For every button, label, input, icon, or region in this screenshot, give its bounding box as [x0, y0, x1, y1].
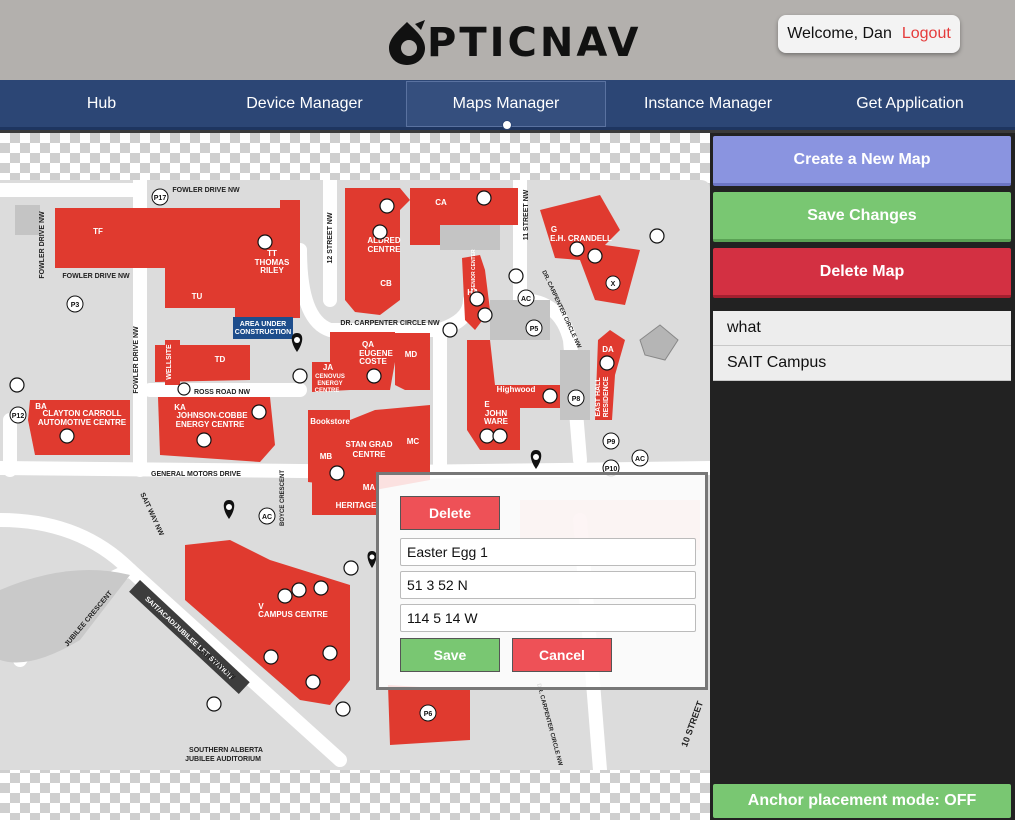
- svg-text:CENTRE: CENTRE: [368, 245, 402, 254]
- svg-text:MC: MC: [407, 437, 420, 446]
- nav-get-application[interactable]: Get Application: [810, 80, 1010, 128]
- svg-text:P12: P12: [12, 413, 25, 420]
- svg-text:AC: AC: [635, 456, 645, 463]
- svg-text:Bookstore: Bookstore: [310, 417, 350, 426]
- create-map-button[interactable]: Create a New Map: [713, 136, 1011, 186]
- svg-text:RILEY: RILEY: [260, 266, 284, 275]
- svg-text:MA: MA: [363, 483, 376, 492]
- cancel-button[interactable]: Cancel: [512, 638, 612, 672]
- opticnav-logo: PTICNAV: [385, 18, 642, 68]
- delete-map-button[interactable]: Delete Map: [713, 248, 1011, 298]
- svg-text:ROSS ROAD NW: ROSS ROAD NW: [194, 389, 250, 396]
- app-header: PTICNAV Welcome, Dan Logout: [0, 0, 1015, 80]
- svg-text:CAMPUS CENTRE: CAMPUS CENTRE: [258, 610, 328, 619]
- svg-text:WELLSITE: WELLSITE: [166, 344, 173, 380]
- svg-text:SENIOR CENTER: SENIOR CENTER: [471, 249, 477, 291]
- svg-text:CENTRE: CENTRE: [353, 450, 387, 459]
- nav-instance-manager[interactable]: Instance Manager: [608, 80, 808, 128]
- svg-text:G: G: [551, 225, 557, 234]
- svg-text:HERITAGE: HERITAGE: [336, 501, 377, 510]
- logo-drop-icon: [389, 20, 425, 65]
- svg-text:P17: P17: [154, 195, 167, 202]
- anchor-name-input[interactable]: [400, 538, 696, 566]
- svg-text:FOWLER DRIVE NW: FOWLER DRIVE NW: [172, 187, 240, 194]
- svg-text:BOYCE CRESCENT: BOYCE CRESCENT: [280, 470, 286, 526]
- map-list-item[interactable]: SAIT Campus: [713, 346, 1011, 381]
- svg-text:JOHNSON-COBBE: JOHNSON-COBBE: [176, 411, 248, 420]
- svg-text:GENERAL MOTORS DRIVE: GENERAL MOTORS DRIVE: [151, 471, 241, 478]
- svg-text:X: X: [611, 281, 616, 288]
- svg-text:AC: AC: [521, 296, 531, 303]
- svg-text:P5: P5: [530, 326, 539, 333]
- svg-text:P3: P3: [71, 302, 80, 309]
- svg-text:CENTRE: CENTRE: [315, 388, 340, 394]
- anchor-mode-toggle[interactable]: Anchor placement mode: OFF: [713, 784, 1011, 818]
- anchor-edit-popup: Delete Save Cancel: [376, 472, 708, 690]
- svg-text:FOWLER DRIVE NW: FOWLER DRIVE NW: [39, 211, 46, 279]
- svg-text:TF: TF: [93, 227, 103, 236]
- svg-text:P9: P9: [607, 439, 616, 446]
- save-anchor-button[interactable]: Save: [400, 638, 500, 672]
- svg-text:RESIDENCE: RESIDENCE: [603, 376, 610, 417]
- latitude-input[interactable]: [400, 571, 696, 599]
- svg-text:E: E: [484, 400, 490, 409]
- svg-text:SOUTHERN ALBERTA: SOUTHERN ALBERTA: [189, 747, 263, 754]
- maps-sidebar: Create a New Map Save Changes Delete Map…: [710, 133, 1015, 820]
- active-tab-indicator: [502, 120, 512, 130]
- user-box: Welcome, Dan Logout: [778, 15, 960, 53]
- nav-hub[interactable]: Hub: [0, 80, 203, 128]
- svg-text:COSTE: COSTE: [359, 357, 387, 366]
- svg-text:12 STREET NW: 12 STREET NW: [327, 212, 334, 263]
- svg-text:E.H. CRANDELL: E.H. CRANDELL: [550, 234, 612, 243]
- svg-text:JUBILEE AUDITORIUM: JUBILEE AUDITORIUM: [185, 756, 261, 763]
- svg-text:AREA UNDER: AREA UNDER: [240, 321, 286, 328]
- svg-text:CA: CA: [435, 198, 447, 207]
- svg-text:CLAYTON CARROLL: CLAYTON CARROLL: [42, 409, 121, 418]
- svg-text:TU: TU: [192, 292, 203, 301]
- svg-text:MD: MD: [405, 350, 418, 359]
- welcome-text: Welcome, Dan: [787, 25, 892, 42]
- svg-text:DA: DA: [602, 345, 614, 354]
- svg-text:P8: P8: [572, 396, 581, 403]
- svg-text:EAST HALL: EAST HALL: [595, 377, 602, 417]
- svg-text:TT: TT: [267, 249, 277, 258]
- longitude-input[interactable]: [400, 604, 696, 632]
- svg-text:DR. CARPENTER CIRCLE NW: DR. CARPENTER CIRCLE NW: [340, 320, 440, 327]
- svg-text:AUTOMOTIVE CENTRE: AUTOMOTIVE CENTRE: [38, 418, 127, 427]
- svg-text:P6: P6: [424, 711, 433, 718]
- delete-anchor-button[interactable]: Delete: [400, 496, 500, 530]
- svg-text:ENERGY: ENERGY: [317, 381, 342, 387]
- svg-text:AC: AC: [262, 514, 272, 521]
- svg-text:STAN GRAD: STAN GRAD: [346, 440, 393, 449]
- svg-text:MB: MB: [320, 452, 333, 461]
- svg-text:WARE: WARE: [484, 417, 509, 426]
- logout-link[interactable]: Logout: [902, 25, 951, 43]
- svg-text:CONSTRUCTION: CONSTRUCTION: [235, 329, 291, 336]
- map-list-item[interactable]: what: [713, 311, 1011, 346]
- svg-text:FOWLER DRIVE NW: FOWLER DRIVE NW: [62, 273, 130, 280]
- svg-text:Highwood: Highwood: [497, 385, 536, 394]
- svg-text:FOWLER DRIVE NW: FOWLER DRIVE NW: [133, 326, 140, 394]
- svg-text:JA: JA: [323, 363, 333, 372]
- svg-text:TD: TD: [215, 355, 226, 364]
- svg-text:ENERGY CENTRE: ENERGY CENTRE: [176, 420, 245, 429]
- map-list: what SAIT Campus: [713, 311, 1011, 381]
- logo-wordmark: PTICNAV: [427, 20, 642, 66]
- svg-text:CENOVUS: CENOVUS: [315, 374, 345, 380]
- svg-text:QA: QA: [362, 340, 374, 349]
- nav-device-manager[interactable]: Device Manager: [203, 80, 406, 128]
- save-changes-button[interactable]: Save Changes: [713, 192, 1011, 242]
- svg-text:11 STREET NW: 11 STREET NW: [523, 189, 530, 240]
- svg-text:CB: CB: [380, 279, 392, 288]
